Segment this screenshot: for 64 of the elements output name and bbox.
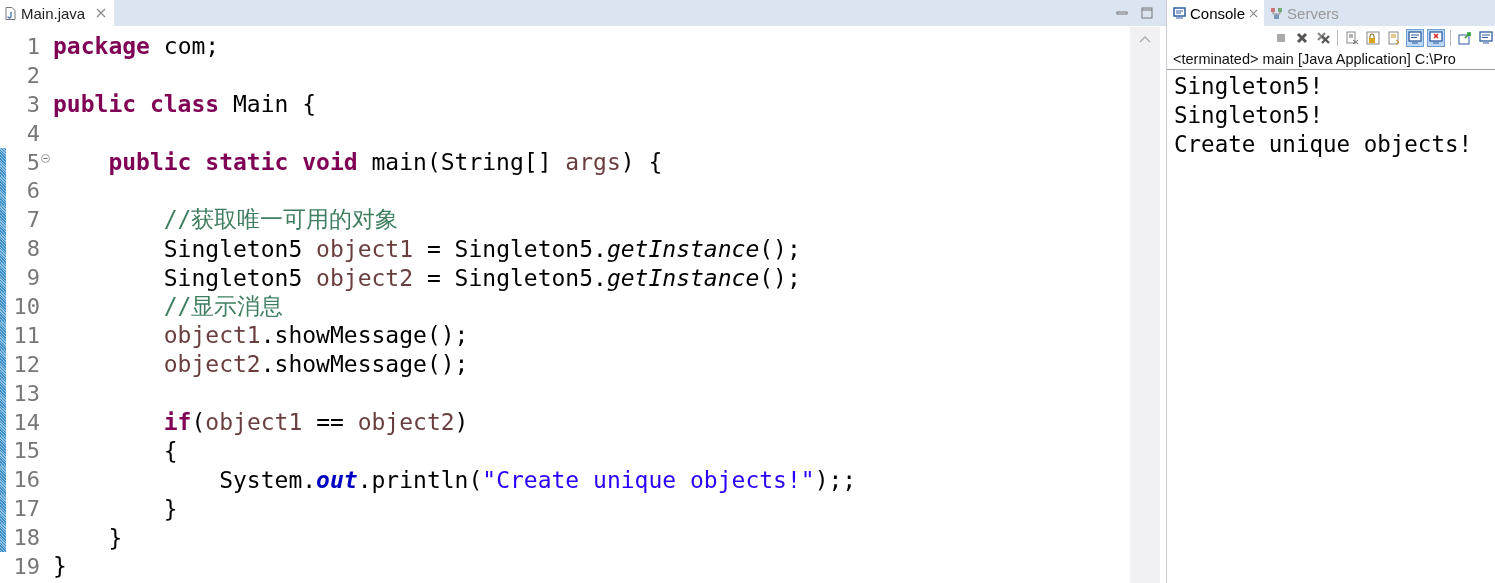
line-number: 3 bbox=[25, 91, 40, 117]
line-number: 18 bbox=[12, 525, 40, 551]
view-tab[interactable]: Console bbox=[1167, 0, 1265, 26]
servers-icon bbox=[1270, 6, 1284, 20]
monitor-error-button[interactable] bbox=[1427, 29, 1445, 47]
line-number: 1 bbox=[25, 33, 40, 59]
line-number: 16 bbox=[12, 467, 40, 493]
collapse-icon[interactable] bbox=[41, 153, 50, 163]
line-number: 19 bbox=[12, 553, 40, 579]
code-line: object2.showMessage(); bbox=[162, 351, 469, 378]
process-status: <terminated> main [Java Application] C:\Pro bbox=[1167, 50, 1495, 70]
clear-icon bbox=[1345, 31, 1359, 45]
console-output: Singleton5! bbox=[1174, 72, 1324, 101]
scrollbar[interactable] bbox=[1130, 27, 1160, 583]
scroll-up-icon[interactable] bbox=[1139, 35, 1151, 43]
code-line: Singleton5 object1 = Singleton5.getInstance(); bbox=[162, 235, 801, 262]
code-line: package com; bbox=[53, 33, 220, 60]
line-number: 7 bbox=[25, 207, 40, 233]
code-line: Singleton5 object2 = Singleton5.getInstance(); bbox=[162, 264, 801, 291]
line-number: 4 bbox=[25, 120, 40, 146]
file-icon bbox=[5, 6, 16, 20]
line-number: 10 bbox=[12, 293, 40, 319]
code-line: object1.showMessage(); bbox=[162, 322, 469, 349]
line-number: 9 bbox=[25, 265, 40, 291]
code-line: { bbox=[162, 437, 178, 464]
editor-tab[interactable]: Main.java bbox=[0, 0, 115, 26]
code-line: System.out.println("Create unique objects!");; bbox=[218, 466, 857, 493]
line-number: 13 bbox=[12, 380, 40, 406]
monitor-error-icon bbox=[1429, 31, 1443, 45]
close-icon[interactable] bbox=[96, 8, 107, 18]
clear-button[interactable] bbox=[1343, 29, 1361, 47]
code-line: public class Main { bbox=[53, 91, 317, 118]
double-close-icon bbox=[1316, 31, 1330, 45]
monitor-icon bbox=[1173, 6, 1186, 20]
line-number: 11 bbox=[12, 322, 40, 348]
pin-icon bbox=[1458, 31, 1472, 45]
line-number: 14 bbox=[12, 409, 40, 435]
maximize-icon[interactable] bbox=[1141, 7, 1153, 19]
close-icon[interactable] bbox=[1249, 8, 1259, 18]
code-line: //获取唯一可用的对象 bbox=[162, 205, 399, 235]
lock-button[interactable] bbox=[1364, 29, 1382, 47]
document-icon bbox=[1387, 31, 1401, 45]
monitor-button[interactable] bbox=[1477, 29, 1495, 47]
stop-icon bbox=[1274, 31, 1288, 45]
console-output: Singleton5! bbox=[1174, 101, 1324, 130]
code-line: } bbox=[162, 495, 178, 522]
code-line: } bbox=[53, 553, 67, 580]
close-icon bbox=[1295, 31, 1309, 45]
code-line: public static void main(String[] args) { bbox=[107, 149, 663, 175]
line-number: 15 bbox=[12, 438, 40, 464]
code-line: //显示消息 bbox=[162, 291, 284, 321]
lock-icon bbox=[1366, 31, 1380, 45]
line-number: 17 bbox=[12, 496, 40, 522]
line-number: 8 bbox=[25, 236, 40, 262]
line-number: 5 bbox=[25, 149, 40, 175]
monitor-icon bbox=[1408, 31, 1422, 45]
code-line: } bbox=[107, 524, 123, 551]
line-number: 2 bbox=[25, 62, 40, 88]
line-number: 6 bbox=[25, 178, 40, 204]
line-number: 12 bbox=[12, 351, 40, 377]
pin-button[interactable] bbox=[1456, 29, 1474, 47]
console-output: Create unique objects! bbox=[1174, 130, 1473, 159]
code-line: if(object1 == object2) bbox=[162, 409, 469, 435]
monitor-button[interactable] bbox=[1406, 29, 1424, 47]
